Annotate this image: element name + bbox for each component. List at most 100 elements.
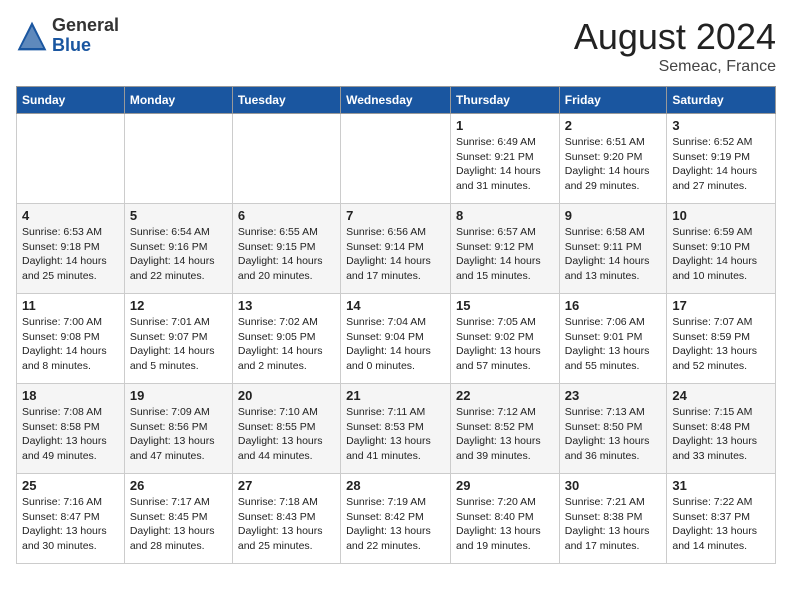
table-row [124, 114, 232, 204]
day-info: Sunrise: 6:55 AM Sunset: 9:15 PM Dayligh… [238, 225, 335, 284]
table-row: 19 Sunrise: 7:09 AM Sunset: 8:56 PM Dayli… [124, 384, 232, 474]
month-year: August 2024 [574, 16, 776, 58]
table-row: 13 Sunrise: 7:02 AM Sunset: 9:05 PM Dayli… [232, 294, 340, 384]
location: Semeac, France [574, 58, 776, 76]
page-header: General Blue August 2024 Semeac, France [16, 16, 776, 76]
day-info: Sunrise: 6:51 AM Sunset: 9:20 PM Dayligh… [565, 135, 662, 194]
day-number: 24 [672, 388, 770, 403]
day-info: Sunrise: 7:16 AM Sunset: 8:47 PM Dayligh… [22, 495, 119, 554]
table-row: 3 Sunrise: 6:52 AM Sunset: 9:19 PM Daylig… [667, 114, 776, 204]
day-number: 3 [672, 118, 770, 133]
title-area: August 2024 Semeac, France [574, 16, 776, 76]
table-row: 15 Sunrise: 7:05 AM Sunset: 9:02 PM Dayli… [450, 294, 559, 384]
day-info: Sunrise: 6:59 AM Sunset: 9:10 PM Dayligh… [672, 225, 770, 284]
day-info: Sunrise: 6:56 AM Sunset: 9:14 PM Dayligh… [346, 225, 445, 284]
day-info: Sunrise: 6:53 AM Sunset: 9:18 PM Dayligh… [22, 225, 119, 284]
day-info: Sunrise: 7:00 AM Sunset: 9:08 PM Dayligh… [22, 315, 119, 374]
calendar-week-row: 18Sunrise: 7:08 AM Sunset: 8:58 PM Dayli… [17, 384, 776, 474]
table-row [232, 114, 340, 204]
day-number: 26 [130, 478, 227, 493]
day-number: 7 [346, 208, 445, 223]
table-row: 16Sunrise: 7:06 AM Sunset: 9:01 PM Dayli… [559, 294, 667, 384]
day-number: 22 [456, 388, 554, 403]
table-row: 20Sunrise: 7:10 AM Sunset: 8:55 PM Dayli… [232, 384, 340, 474]
calendar-week-row: 4 Sunrise: 6:53 AM Sunset: 9:18 PM Daylig… [17, 204, 776, 294]
table-row: 9 Sunrise: 6:58 AM Sunset: 9:11 PM Daylig… [559, 204, 667, 294]
day-number: 19 [130, 388, 227, 403]
table-row: 5 Sunrise: 6:54 AM Sunset: 9:16 PM Daylig… [124, 204, 232, 294]
table-row [17, 114, 125, 204]
calendar-table: Sunday Monday Tuesday Wednesday Thursday… [16, 86, 776, 564]
table-row: 25 Sunrise: 7:16 AM Sunset: 8:47 PM Dayli… [17, 474, 125, 564]
day-info: Sunrise: 7:08 AM Sunset: 8:58 PM Dayligh… [22, 405, 119, 464]
table-row: 28 Sunrise: 7:19 AM Sunset: 8:42 PM Dayli… [341, 474, 451, 564]
day-number: 4 [22, 208, 119, 223]
logo-general: General [52, 16, 119, 36]
day-info: Sunrise: 6:57 AM Sunset: 9:12 PM Dayligh… [456, 225, 554, 284]
logo-icon [16, 20, 48, 52]
day-info: Sunrise: 6:54 AM Sunset: 9:16 PM Dayligh… [130, 225, 227, 284]
day-number: 15 [456, 298, 554, 313]
day-number: 10 [672, 208, 770, 223]
col-friday: Friday [559, 87, 667, 114]
day-number: 31 [672, 478, 770, 493]
day-info: Sunrise: 6:52 AM Sunset: 9:19 PM Dayligh… [672, 135, 770, 194]
table-row: 1 Sunrise: 6:49 AM Sunset: 9:21 PM Daylig… [450, 114, 559, 204]
day-info: Sunrise: 7:13 AM Sunset: 8:50 PM Dayligh… [565, 405, 662, 464]
table-row: 4 Sunrise: 6:53 AM Sunset: 9:18 PM Daylig… [17, 204, 125, 294]
col-sunday: Sunday [17, 87, 125, 114]
day-number: 28 [346, 478, 445, 493]
day-number: 6 [238, 208, 335, 223]
table-row: 17 Sunrise: 7:07 AM Sunset: 8:59 PM Dayli… [667, 294, 776, 384]
day-info: Sunrise: 7:01 AM Sunset: 9:07 PM Dayligh… [130, 315, 227, 374]
table-row [341, 114, 451, 204]
day-info: Sunrise: 6:58 AM Sunset: 9:11 PM Dayligh… [565, 225, 662, 284]
table-row: 24 Sunrise: 7:15 AM Sunset: 8:48 PM Dayli… [667, 384, 776, 474]
table-row: 18Sunrise: 7:08 AM Sunset: 8:58 PM Dayli… [17, 384, 125, 474]
day-info: Sunrise: 7:02 AM Sunset: 9:05 PM Dayligh… [238, 315, 335, 374]
col-tuesday: Tuesday [232, 87, 340, 114]
day-info: Sunrise: 7:07 AM Sunset: 8:59 PM Dayligh… [672, 315, 770, 374]
table-row: 30 Sunrise: 7:21 AM Sunset: 8:38 PM Dayli… [559, 474, 667, 564]
day-number: 2 [565, 118, 662, 133]
logo-blue: Blue [52, 36, 119, 56]
day-number: 13 [238, 298, 335, 313]
calendar-header-row: Sunday Monday Tuesday Wednesday Thursday… [17, 87, 776, 114]
table-row: 23 Sunrise: 7:13 AM Sunset: 8:50 PM Dayli… [559, 384, 667, 474]
day-info: Sunrise: 7:05 AM Sunset: 9:02 PM Dayligh… [456, 315, 554, 374]
day-number: 23 [565, 388, 662, 403]
logo: General Blue [16, 16, 119, 56]
day-number: 14 [346, 298, 445, 313]
logo-text: General Blue [52, 16, 119, 56]
col-monday: Monday [124, 87, 232, 114]
day-info: Sunrise: 7:06 AM Sunset: 9:01 PM Dayligh… [565, 315, 662, 374]
calendar-week-row: 11Sunrise: 7:00 AM Sunset: 9:08 PM Dayli… [17, 294, 776, 384]
table-row: 6 Sunrise: 6:55 AM Sunset: 9:15 PM Daylig… [232, 204, 340, 294]
table-row: 12Sunrise: 7:01 AM Sunset: 9:07 PM Dayli… [124, 294, 232, 384]
calendar-week-row: 25 Sunrise: 7:16 AM Sunset: 8:47 PM Dayli… [17, 474, 776, 564]
day-number: 5 [130, 208, 227, 223]
table-row: 29Sunrise: 7:20 AM Sunset: 8:40 PM Dayli… [450, 474, 559, 564]
day-number: 20 [238, 388, 335, 403]
col-saturday: Saturday [667, 87, 776, 114]
day-number: 1 [456, 118, 554, 133]
day-info: Sunrise: 6:49 AM Sunset: 9:21 PM Dayligh… [456, 135, 554, 194]
calendar-week-row: 1 Sunrise: 6:49 AM Sunset: 9:21 PM Daylig… [17, 114, 776, 204]
day-info: Sunrise: 7:21 AM Sunset: 8:38 PM Dayligh… [565, 495, 662, 554]
day-info: Sunrise: 7:22 AM Sunset: 8:37 PM Dayligh… [672, 495, 770, 554]
day-info: Sunrise: 7:15 AM Sunset: 8:48 PM Dayligh… [672, 405, 770, 464]
day-info: Sunrise: 7:19 AM Sunset: 8:42 PM Dayligh… [346, 495, 445, 554]
day-info: Sunrise: 7:11 AM Sunset: 8:53 PM Dayligh… [346, 405, 445, 464]
day-number: 29 [456, 478, 554, 493]
day-info: Sunrise: 7:18 AM Sunset: 8:43 PM Dayligh… [238, 495, 335, 554]
day-number: 8 [456, 208, 554, 223]
table-row: 22Sunrise: 7:12 AM Sunset: 8:52 PM Dayli… [450, 384, 559, 474]
day-number: 9 [565, 208, 662, 223]
table-row: 10 Sunrise: 6:59 AM Sunset: 9:10 PM Dayli… [667, 204, 776, 294]
table-row: 7 Sunrise: 6:56 AM Sunset: 9:14 PM Daylig… [341, 204, 451, 294]
table-row: 11Sunrise: 7:00 AM Sunset: 9:08 PM Dayli… [17, 294, 125, 384]
day-info: Sunrise: 7:09 AM Sunset: 8:56 PM Dayligh… [130, 405, 227, 464]
day-number: 25 [22, 478, 119, 493]
day-number: 17 [672, 298, 770, 313]
day-number: 30 [565, 478, 662, 493]
